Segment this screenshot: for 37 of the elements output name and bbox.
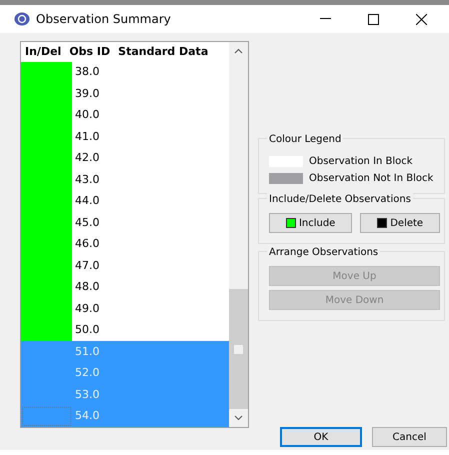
dialog-button[interactable]: Cancel xyxy=(372,427,447,447)
group-label: Colour Legend xyxy=(267,132,344,147)
obs-id-cell-text: 48.0 xyxy=(74,279,100,295)
maximize-icon xyxy=(368,14,378,24)
obs-id-cell-text: 44.0 xyxy=(74,193,100,209)
obs-id-cell-text: 50.0 xyxy=(74,322,100,338)
column-header[interactable]: Obs ID xyxy=(65,44,114,60)
app-icon xyxy=(14,12,30,26)
obs-id-cell-text: 43.0 xyxy=(74,172,100,188)
obs-id-cell-text: 39.0 xyxy=(74,86,100,102)
action-button[interactable]: Delete xyxy=(360,213,440,233)
obs-id-cell-text: 41.0 xyxy=(74,128,100,144)
window-title: Observation Summary xyxy=(36,11,172,28)
obs-id-cell-text: 42.0 xyxy=(74,150,100,166)
scroll-thumb[interactable] xyxy=(229,289,248,409)
obs-id-cell: 51.0 xyxy=(72,341,229,362)
obs-id-cell-text: 46.0 xyxy=(74,236,100,252)
obs-id-cell: 52.0 xyxy=(72,362,229,384)
legend-label: Observation Not In Block xyxy=(309,172,434,186)
obs-id-cell-text: 38.0 xyxy=(74,64,100,80)
obs-id-cell-text: 49.0 xyxy=(74,300,100,316)
column-header[interactable]: In/Del xyxy=(21,44,66,60)
minimize-icon xyxy=(320,18,330,20)
close-icon xyxy=(416,14,426,24)
obs-id-cell: 54.0 xyxy=(72,406,229,427)
in-del-cell[interactable] xyxy=(21,320,72,341)
scrollbar[interactable] xyxy=(229,42,248,427)
obs-id-cell-text: 45.0 xyxy=(74,214,100,230)
obs-id-cell-text: 47.0 xyxy=(74,258,100,274)
obs-id-cell: 53.0 xyxy=(72,384,229,406)
legend-label: Observation In Block xyxy=(309,155,413,169)
obs-id-cell-text: 40.0 xyxy=(74,107,100,123)
column-header[interactable]: Standard Data xyxy=(114,44,212,60)
dialog-button[interactable]: OK xyxy=(280,427,362,447)
action-button[interactable]: Include xyxy=(269,213,352,233)
group-label: Arrange Observations xyxy=(267,245,380,260)
in-del-cell[interactable] xyxy=(21,62,72,83)
